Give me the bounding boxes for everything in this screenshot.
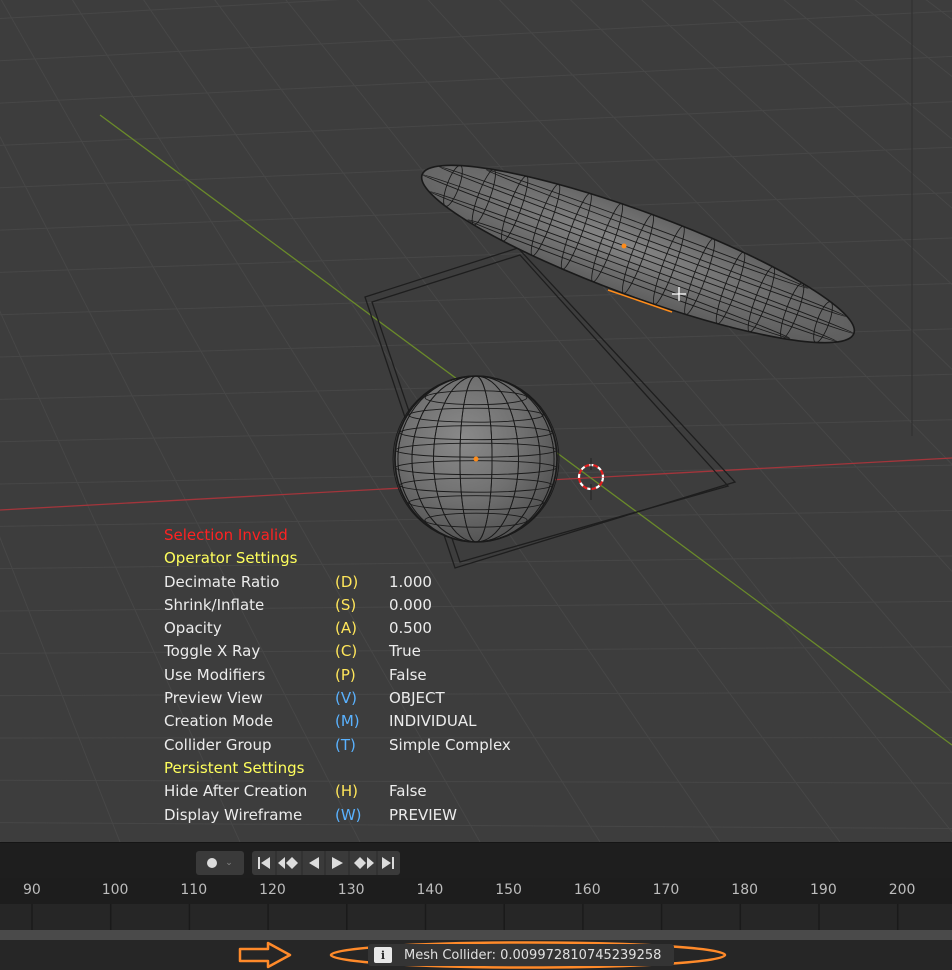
setting-hotkey: (T) xyxy=(335,735,356,754)
setting-label: Toggle X Ray xyxy=(164,642,261,661)
frame-ruler[interactable]: 90 100 110 120 130 140 150 160 170 180 190 200 xyxy=(0,878,952,904)
info-icon: i xyxy=(374,947,392,963)
setting-value: 0.500 xyxy=(389,619,432,638)
setting-row: Shrink/Inflate (S) 0.000 xyxy=(164,594,511,617)
dropdown-chevron-icon: ⌄ xyxy=(225,858,233,868)
setting-label: Use Modifiers xyxy=(164,665,266,684)
setting-label: Opacity xyxy=(164,619,222,638)
setting-value: True xyxy=(389,642,421,661)
setting-row: Opacity (A) 0.500 xyxy=(164,617,511,640)
setting-value: 1.000 xyxy=(389,572,432,591)
frame-number-label: 130 xyxy=(337,882,365,898)
setting-row: Display Wireframe (W) PREVIEW xyxy=(164,804,511,827)
operator-settings-header: Operator Settings xyxy=(164,549,298,568)
frame-number-label: 200 xyxy=(888,882,916,898)
setting-value: INDIVIDUAL xyxy=(389,712,477,731)
setting-label: Preview View xyxy=(164,689,263,708)
setting-value: 0.000 xyxy=(389,595,432,614)
prev-keyframe-icon[interactable] xyxy=(278,857,298,869)
setting-hotkey: (D) xyxy=(335,572,359,591)
record-icon xyxy=(207,858,218,868)
auto-keying-toggle[interactable]: ⌄ xyxy=(196,851,244,875)
playback-controls xyxy=(252,851,400,875)
frame-number-label: 100 xyxy=(101,882,129,898)
status-bar: i Mesh Collider: 0.009972810745239258 xyxy=(0,940,952,970)
ellipsoid-mesh xyxy=(420,164,856,344)
frame-number-label: 120 xyxy=(259,882,286,898)
setting-hotkey: (W) xyxy=(335,805,362,824)
setting-hotkey: (C) xyxy=(335,642,358,661)
frame-number-label: 110 xyxy=(180,882,208,898)
setting-row: Decimate Ratio (D) 1.000 xyxy=(164,571,511,594)
setting-hotkey: (M) xyxy=(335,712,360,731)
setting-label: Creation Mode xyxy=(164,712,274,731)
3d-cursor-icon[interactable] xyxy=(577,458,605,500)
setting-hotkey: (S) xyxy=(335,595,357,614)
persistent-settings-header: Persistent Settings xyxy=(164,758,305,777)
setting-value: OBJECT xyxy=(389,689,445,708)
timeline-header: ⌄ xyxy=(0,842,952,879)
setting-row: Creation Mode (M) INDIVIDUAL xyxy=(164,710,511,733)
setting-value: False xyxy=(389,665,427,684)
frame-number-label: 90 xyxy=(23,882,41,898)
timeline-editor[interactable]: ⌄ 90 100 110 120 130 140 150 160 170 180 xyxy=(0,842,952,970)
collider-operator-overlay: Selection Invalid Operator Settings Deci… xyxy=(164,524,511,827)
frame-number-label: 170 xyxy=(652,882,680,898)
setting-value: PREVIEW xyxy=(389,805,457,824)
keyframe-track[interactable] xyxy=(0,904,952,930)
track-gridlines xyxy=(31,904,899,930)
play-icon[interactable] xyxy=(332,857,343,869)
setting-label: Display Wireframe xyxy=(164,805,303,824)
play-reverse-icon[interactable] xyxy=(309,857,319,869)
sphere-mesh xyxy=(392,375,560,543)
setting-row: Toggle X Ray (C) True xyxy=(164,640,511,663)
setting-row: Preview View (V) OBJECT xyxy=(164,687,511,710)
arrow-annotation-icon xyxy=(238,941,292,969)
selection-status: Selection Invalid xyxy=(164,526,288,544)
setting-label: Shrink/Inflate xyxy=(164,595,265,614)
playback-buttons xyxy=(258,851,394,875)
setting-label: Decimate Ratio xyxy=(164,572,280,591)
setting-label: Hide After Creation xyxy=(164,782,308,801)
setting-value: Simple Complex xyxy=(389,735,511,754)
setting-row: Use Modifiers (P) False xyxy=(164,664,511,687)
setting-hotkey: (A) xyxy=(335,619,357,638)
setting-hotkey: (P) xyxy=(335,665,356,684)
frame-number-label: 160 xyxy=(573,882,601,898)
next-keyframe-icon[interactable] xyxy=(354,857,374,869)
setting-hotkey: (V) xyxy=(335,689,357,708)
setting-label: Collider Group xyxy=(164,735,272,754)
frame-number-label: 180 xyxy=(731,882,759,898)
jump-start-icon[interactable] xyxy=(258,857,270,869)
setting-row: Collider Group (T) Simple Complex xyxy=(164,734,511,757)
3d-viewport[interactable]: Selection Invalid Operator Settings Deci… xyxy=(0,0,952,842)
frame-number-label: 150 xyxy=(495,882,522,898)
setting-value: False xyxy=(389,782,427,801)
frame-number-label: 190 xyxy=(810,882,837,898)
status-message: Mesh Collider: 0.009972810745239258 xyxy=(404,947,662,963)
setting-row: Hide After Creation (H) False xyxy=(164,780,511,803)
status-report: i Mesh Collider: 0.009972810745239258 xyxy=(368,944,674,966)
setting-hotkey: (H) xyxy=(335,782,358,801)
timeline-scrollbar[interactable] xyxy=(0,930,952,940)
jump-end-icon[interactable] xyxy=(382,857,394,869)
frame-number-label: 140 xyxy=(416,882,444,898)
